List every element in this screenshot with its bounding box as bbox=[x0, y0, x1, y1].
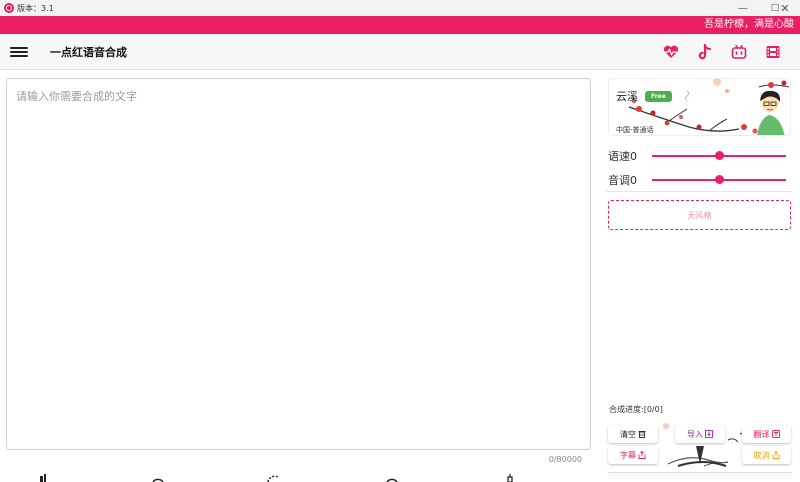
synthesis-progress: 合成进度:[0/0] bbox=[609, 405, 663, 414]
panel-divider bbox=[606, 191, 792, 192]
export-icon bbox=[638, 451, 646, 459]
clear-label: 清空 bbox=[620, 429, 636, 439]
toolbar-icon-5[interactable] bbox=[502, 474, 518, 482]
heart-pulse-icon[interactable] bbox=[662, 43, 680, 61]
style-selector[interactable]: 无风格 bbox=[608, 200, 791, 230]
speed-slider-row: 语速0 bbox=[608, 148, 792, 164]
close-button[interactable]: ✕ bbox=[770, 0, 800, 16]
voice-region: 中国-普通话 bbox=[616, 126, 654, 134]
app-title: 一点红语音合成 bbox=[50, 45, 127, 59]
toolbar-icon-3[interactable] bbox=[266, 474, 282, 482]
film-icon[interactable] bbox=[764, 43, 782, 61]
translate-label: 翻译 bbox=[753, 429, 770, 439]
pitch-slider-thumb[interactable] bbox=[714, 175, 724, 184]
trash-icon bbox=[638, 431, 646, 438]
menu-icon[interactable] bbox=[10, 45, 28, 59]
clear-button[interactable]: 清空 bbox=[608, 425, 658, 443]
subtitle-label: 字幕 bbox=[620, 450, 636, 460]
subtitle-button[interactable]: 字幕 bbox=[608, 446, 658, 464]
marquee-banner: 吾是柠檬，满是心酸 bbox=[0, 16, 800, 34]
pitch-slider[interactable] bbox=[652, 175, 786, 184]
toolbar-icon-1[interactable] bbox=[34, 474, 50, 482]
bottom-toolbar bbox=[0, 470, 600, 482]
speed-slider[interactable] bbox=[652, 151, 786, 160]
pitch-label: 音调0 bbox=[608, 174, 637, 187]
speed-slider-thumb[interactable] bbox=[714, 151, 724, 160]
toolbar-icon-4[interactable] bbox=[384, 474, 400, 482]
appbar-actions bbox=[662, 34, 782, 70]
cancel-label: 取消 bbox=[753, 450, 770, 460]
export-icon bbox=[772, 451, 779, 459]
free-badge: Free bbox=[645, 91, 672, 102]
marquee-text: 吾是柠檬，满是心酸 bbox=[704, 19, 794, 30]
window-titlebar: 版本：3.1 bbox=[0, 0, 800, 16]
style-label: 无风格 bbox=[687, 210, 712, 220]
window-title: 版本：3.1 bbox=[17, 3, 54, 13]
text-editor bbox=[6, 78, 591, 450]
app-bar: 一点红语音合成 bbox=[0, 34, 800, 70]
minimize-button[interactable]: — bbox=[728, 0, 758, 16]
bilibili-icon[interactable] bbox=[730, 43, 748, 61]
import-label: 导入 bbox=[687, 429, 703, 439]
import-button[interactable]: 导入 bbox=[675, 425, 725, 443]
pitch-slider-row: 音调0 bbox=[608, 172, 792, 188]
toolbar-icon-2[interactable] bbox=[150, 474, 166, 482]
tiktok-icon[interactable] bbox=[696, 43, 714, 61]
voice-card[interactable]: 云溪 Free 中国-普通话 bbox=[608, 78, 791, 136]
app-logo-icon bbox=[4, 3, 14, 13]
char-counter: 0/80000 bbox=[548, 455, 582, 464]
import-icon bbox=[705, 430, 713, 438]
translate-button[interactable]: 翻译 bbox=[742, 425, 791, 443]
bottom-panel-strip bbox=[608, 472, 792, 480]
voice-name: 云溪 bbox=[616, 90, 638, 103]
text-input[interactable] bbox=[7, 79, 590, 449]
cancel-button[interactable]: 取消 bbox=[742, 446, 791, 464]
translate-icon bbox=[771, 430, 780, 438]
speed-label: 语速0 bbox=[608, 150, 637, 163]
